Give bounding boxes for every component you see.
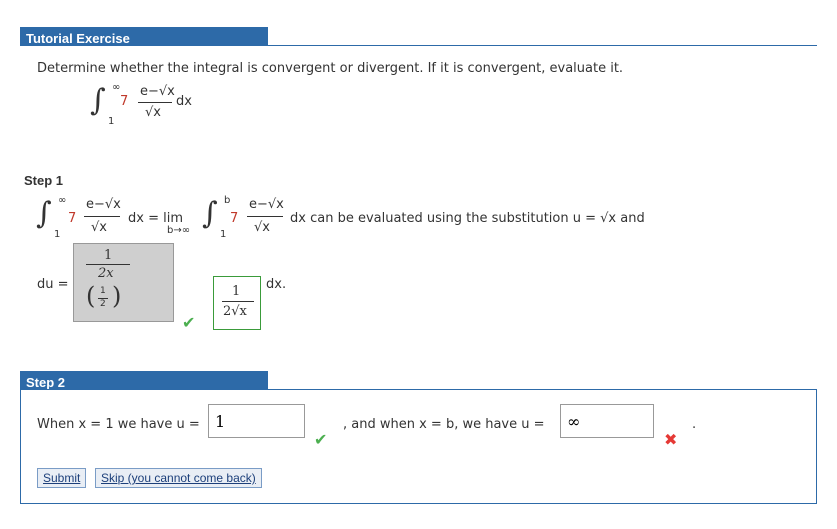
cross-icon: ✖ xyxy=(664,430,678,449)
denominator-2: √x xyxy=(254,220,270,235)
skip-button[interactable]: Skip (you cannot come back) xyxy=(95,468,262,488)
coefficient: 7 xyxy=(120,94,129,109)
correct-denominator: 2√x xyxy=(223,304,247,319)
integral-lower-limit: 1 xyxy=(108,116,115,127)
coefficient: 7 xyxy=(68,211,77,226)
check-icon: ✔ xyxy=(182,313,196,332)
small-denominator: 2 xyxy=(100,299,106,309)
du-correct-answer[interactable]: 1 2√x xyxy=(213,276,261,330)
correct-fraction-bar xyxy=(222,301,254,302)
fraction-bar xyxy=(138,102,172,103)
coefficient-2: 7 xyxy=(230,211,239,226)
problem-integral: ∫ ∞ 1 7 e−√x √x dx xyxy=(90,82,220,128)
wrong-numerator: 1 xyxy=(104,248,113,263)
close-paren: ) xyxy=(112,282,122,310)
tutorial-header: Tutorial Exercise xyxy=(20,27,268,46)
when-x-b-text: , and when x = b, we have u = xyxy=(343,417,545,432)
step2-header: Step 2 xyxy=(20,371,268,390)
problem-prompt: Determine whether the integral is conver… xyxy=(37,61,624,76)
period: . xyxy=(692,417,697,432)
fraction-bar-2 xyxy=(247,216,283,217)
fraction-bar xyxy=(84,216,120,217)
du-label: du = xyxy=(37,277,69,292)
denominator: √x xyxy=(145,105,161,120)
integral-sign: ∫ xyxy=(36,196,52,231)
submit-button[interactable]: Submit xyxy=(37,468,87,488)
wrong-denominator: 2x xyxy=(98,266,114,281)
integral-lower-limit: 1 xyxy=(54,229,61,240)
substitution-text: dx can be evaluated using the substituti… xyxy=(290,211,645,226)
du-wrong-answer[interactable]: 1 2x ( 1 2 ) xyxy=(73,243,174,322)
small-numerator: 1 xyxy=(100,286,106,296)
header-title: Tutorial Exercise xyxy=(26,31,130,46)
integral-upper-b: b xyxy=(224,195,231,206)
u-at-b-input[interactable] xyxy=(560,404,654,438)
header-divider xyxy=(20,45,817,46)
check-icon: ✔ xyxy=(314,430,328,449)
numerator-2: e−√x xyxy=(249,197,284,212)
integral-upper-limit: ∞ xyxy=(58,195,67,206)
denominator: √x xyxy=(91,220,107,235)
numerator: e−√x xyxy=(140,84,175,99)
wrong-fraction-bar xyxy=(86,264,130,265)
small-fraction: 1 2 xyxy=(96,286,112,312)
step1-title: Step 1 xyxy=(24,173,64,188)
lim-subscript: b→∞ xyxy=(167,225,191,236)
u-at-1-input[interactable] xyxy=(208,404,305,438)
integral-lower-limit-2: 1 xyxy=(220,229,227,240)
step1-equation: ∫ ∞ 1 7 e−√x √x dx = lim b→∞ ∫ b 1 7 e−√… xyxy=(36,193,676,243)
correct-numerator: 1 xyxy=(232,284,241,299)
integral-sign-2: ∫ xyxy=(202,196,218,231)
open-paren: ( xyxy=(86,282,96,310)
dx-label: dx xyxy=(176,94,192,109)
integral-upper-limit: ∞ xyxy=(112,82,121,93)
integral-sign: ∫ xyxy=(90,83,106,118)
dx-period: dx. xyxy=(266,277,287,292)
when-x-1-text: When x = 1 we have u = xyxy=(37,417,200,432)
numerator: e−√x xyxy=(86,197,121,212)
dx-equals-lim: dx = lim xyxy=(128,211,183,226)
step2-title: Step 2 xyxy=(26,375,66,390)
